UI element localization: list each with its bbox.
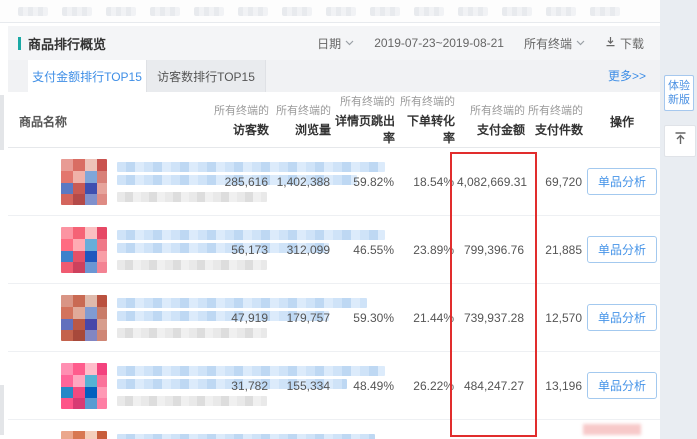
table-row: 31,782 155,334 48.49% 26.22% 484,247.27 …: [8, 352, 660, 420]
payment-items-value: 1,418: [526, 420, 584, 439]
table-row: 12,562 39,912 37.65% 9.50% 84,721.03 1,4…: [8, 420, 660, 439]
tab-payment-amount-ranking[interactable]: 支付金额排行TOP15: [28, 60, 146, 92]
product-link[interactable]: [9, 227, 189, 273]
item-analysis-button[interactable]: 单品分析: [587, 236, 657, 263]
right-rail: 体验新版: [660, 0, 697, 439]
header-controls: 日期 2019-07-23~2019-08-21 所有终端 下: [317, 35, 644, 52]
col-header-pageviews: 浏览量: [271, 121, 331, 138]
payment-items-value: 69,720: [526, 148, 584, 216]
table-header: 商品名称 所有终端的访客数 所有终端的浏览量 所有终端的详情页跳出率 所有终端的…: [8, 92, 660, 148]
product-thumbnail-blurred: [61, 227, 107, 273]
table-body: 285,616 1,402,388 59.82% 18.54% 4,082,66…: [8, 148, 660, 439]
payment-amount-value: 739,937.28: [456, 284, 526, 352]
top-nav-blurred: [0, 0, 697, 23]
conversion-rate-value: 21.44%: [396, 284, 456, 352]
payment-amount-value: 4,082,669.31: [456, 148, 526, 216]
screen: 商品排行概览 日期 2019-07-23~2019-08-21 所有终端: [0, 0, 697, 439]
payment-items-value: 12,570: [526, 284, 584, 352]
col-header-product-name: 商品名称: [9, 113, 189, 130]
table-row: 47,919 179,757 59.30% 21.44% 739,937.28 …: [8, 284, 660, 352]
payment-amount-value: 484,247.27: [456, 352, 526, 420]
date-filter-label: 日期: [317, 35, 341, 52]
product-link[interactable]: [9, 159, 189, 205]
conversion-rate-value: 26.22%: [396, 352, 456, 420]
col-header-payment-amount: 支付金额: [457, 121, 525, 138]
conversion-rate-value: 18.54%: [396, 148, 456, 216]
left-gutter-mark: [0, 385, 4, 435]
product-thumbnail-blurred: [61, 295, 107, 341]
panel-header: 商品排行概览 日期 2019-07-23~2019-08-21 所有终端: [8, 26, 660, 60]
payment-items-value: 21,885: [526, 216, 584, 284]
table-row: 285,616 1,402,388 59.82% 18.54% 4,082,66…: [8, 148, 660, 216]
payment-items-value: 13,196: [526, 352, 584, 420]
product-thumbnail-blurred: [61, 363, 107, 409]
col-header-conversion-rate: 下单转化率: [397, 112, 455, 146]
product-link[interactable]: [9, 295, 189, 341]
terminal-filter-dropdown[interactable]: 所有终端: [524, 35, 585, 52]
payment-amount-value: 799,396.76: [456, 216, 526, 284]
payment-amount-value: 84,721.03: [456, 420, 526, 439]
page-title: 商品排行概览: [18, 34, 106, 53]
tab-bar: 支付金额排行TOP15 访客数排行TOP15 更多>>: [8, 60, 660, 92]
tab-visitor-count-ranking[interactable]: 访客数排行TOP15: [146, 60, 266, 92]
col-header-bounce-rate: 详情页跳出率: [333, 112, 395, 146]
back-to-top-button[interactable]: [664, 125, 696, 157]
item-analysis-button[interactable]: 单品分析: [587, 304, 657, 331]
item-analysis-button[interactable]: 单品分析: [587, 372, 657, 399]
col-header-payment-items: 支付件数: [527, 121, 583, 138]
download-button[interactable]: 下载: [605, 35, 644, 52]
arrow-up-to-top-icon: [673, 131, 688, 151]
chevron-down-icon: [345, 40, 354, 46]
product-link[interactable]: [9, 431, 189, 439]
panel-title-text: 商品排行概览: [28, 34, 106, 53]
product-ranking-panel: 商品排行概览 日期 2019-07-23~2019-08-21 所有终端: [8, 26, 660, 439]
col-header-visitors: 访客数: [191, 121, 269, 138]
table-row: 56,173 312,099 46.55% 23.89% 799,396.76 …: [8, 216, 660, 284]
chevron-down-icon: [576, 40, 585, 46]
red-watermark-artifact: [583, 424, 641, 435]
terminal-filter-label: 所有终端: [524, 35, 572, 52]
date-filter-dropdown[interactable]: 日期: [317, 35, 354, 52]
conversion-rate-value: 23.89%: [396, 216, 456, 284]
more-link[interactable]: 更多>>: [608, 60, 646, 92]
download-label: 下载: [620, 35, 644, 52]
product-thumbnail-blurred: [61, 159, 107, 205]
new-version-button[interactable]: 体验新版: [664, 75, 694, 111]
product-title-blurred: [117, 431, 375, 439]
download-icon: [605, 36, 616, 50]
conversion-rate-value: 9.50%: [396, 420, 456, 439]
product-thumbnail-blurred: [61, 431, 107, 439]
ranking-table: 商品名称 所有终端的访客数 所有终端的浏览量 所有终端的详情页跳出率 所有终端的…: [8, 92, 660, 439]
col-header-action: 操作: [585, 113, 659, 130]
product-link[interactable]: [9, 363, 189, 409]
title-accent-bar: [18, 37, 21, 50]
date-range-value[interactable]: 2019-07-23~2019-08-21: [374, 36, 504, 50]
item-analysis-button[interactable]: 单品分析: [587, 168, 657, 195]
left-gutter-mark: [0, 95, 4, 150]
